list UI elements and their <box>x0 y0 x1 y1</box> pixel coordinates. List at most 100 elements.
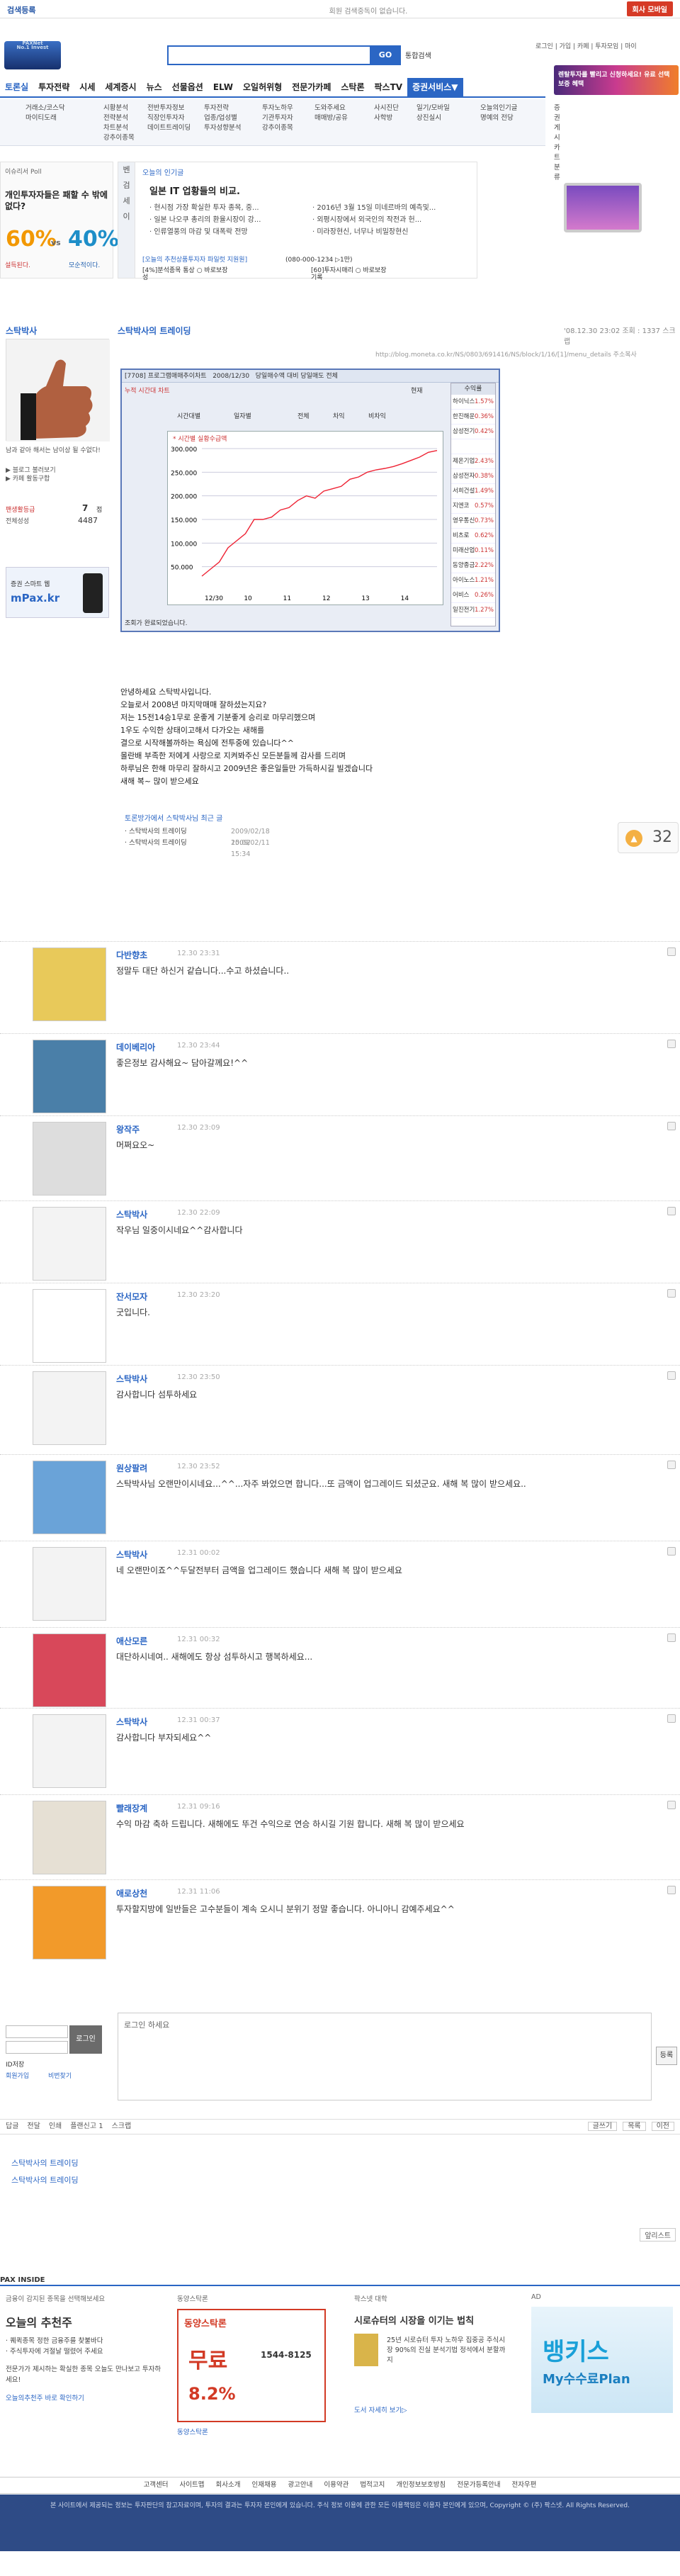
commenter-name[interactable]: 잔서모자 <box>116 1290 147 1303</box>
reply-icon[interactable] <box>667 1547 676 1556</box>
commenter-name[interactable]: 다반향초 <box>116 949 147 961</box>
nav-item[interactable]: 스탁론 <box>336 78 369 96</box>
stock-row[interactable] <box>451 439 495 454</box>
stock-row[interactable]: 아이노스 1.21% <box>451 573 495 588</box>
popular-item[interactable]: · 인류열풍의 마감 및 대폭락 전망 <box>149 226 248 238</box>
logo[interactable]: PAXNet No.1 Invest <box>4 41 61 69</box>
footer-link[interactable]: 이용약관 <box>324 2481 348 2489</box>
bankis-panel[interactable]: AD 뱅키스 My수수료Plan <box>531 2293 677 2442</box>
popular-item[interactable]: · 현시점 가장 확실한 투자 종목, 중... <box>149 202 259 214</box>
nav-item[interactable]: ELW <box>208 78 238 96</box>
bankis-ad[interactable]: 뱅키스 My수수료Plan <box>531 2307 673 2413</box>
join-link[interactable]: 회원가입 <box>6 2071 29 2080</box>
stock-row[interactable]: 서희건설 1.49% <box>451 484 495 499</box>
commenter-avatar[interactable] <box>33 1289 106 1363</box>
commenter-avatar[interactable] <box>33 1040 106 1113</box>
submenu-item[interactable]: 상진실시 <box>416 113 450 123</box>
stock-row[interactable]: 동양종금 2.22% <box>451 558 495 573</box>
rec-panel-title[interactable]: 오늘의 추천주 <box>6 2313 162 2330</box>
popular-item[interactable]: · 외평시장에서 외국인의 작전과 헌... <box>312 214 421 226</box>
comment-submit-button[interactable]: 등록 <box>656 2047 677 2065</box>
related-row[interactable]: · 스탁박사의 트레이딩 2009/02/18 15:02 <box>125 826 270 847</box>
commenter-avatar[interactable] <box>33 1886 106 1959</box>
popular-item[interactable]: · 2016년 3월 15일 미네르바의 예측및... <box>312 202 436 214</box>
stock-row[interactable]: 지엔코 0.57% <box>451 499 495 514</box>
submenu-item[interactable]: 일기/모바일 <box>416 103 450 113</box>
commenter-avatar[interactable] <box>33 1714 106 1788</box>
commenter-name[interactable]: 스탁박사 <box>116 1208 147 1220</box>
chart-opt6[interactable]: 비차익 <box>368 411 386 420</box>
reply-icon[interactable] <box>667 1633 676 1642</box>
reply-icon[interactable] <box>667 1371 676 1380</box>
commenter-name[interactable]: 스탁박사 <box>116 1373 147 1385</box>
post-action[interactable]: 플랜신고 1 <box>70 2122 103 2130</box>
stock-row[interactable]: 삼성전기 0.42% <box>451 424 495 439</box>
popular-tab[interactable]: 벤 <box>118 162 135 178</box>
reply-icon[interactable] <box>667 1461 676 1469</box>
commenter-name[interactable]: 스탁박사 <box>116 1716 147 1728</box>
related-bottom-item[interactable]: 스탁박사의 트레이딩 <box>0 2171 680 2188</box>
nav-item[interactable]: 오일허위형 <box>238 78 287 96</box>
nav-item[interactable]: 전문가카페 <box>287 78 336 96</box>
footer-link[interactable]: 전자우편 <box>511 2481 536 2489</box>
footer-link[interactable]: 인재채용 <box>251 2481 276 2489</box>
footer-link[interactable]: 법적고지 <box>360 2481 385 2489</box>
commenter-name[interactable]: 원상팔려 <box>116 1462 147 1474</box>
submenu-item[interactable]: 마이티도래 <box>26 113 65 123</box>
popular-tab[interactable]: 세 <box>118 193 135 209</box>
post-action[interactable]: 전달 <box>27 2122 40 2130</box>
nav-item[interactable]: 선물옵션 <box>167 78 208 96</box>
login-button[interactable]: 로그인 <box>69 2025 102 2054</box>
rec-link[interactable]: [오늘의 추천상품투자자 파일럿 지원원] <box>142 254 247 264</box>
stock-row[interactable]: 하이닉스 1.57% <box>451 395 495 410</box>
reply-icon[interactable] <box>667 1714 676 1723</box>
submenu-item[interactable]: 투자전략 <box>204 103 241 113</box>
search-input[interactable] <box>167 45 401 65</box>
stock-row[interactable]: 비츠로 0.62% <box>451 529 495 544</box>
reply-icon[interactable] <box>667 1040 676 1048</box>
popular-tab[interactable]: 이 <box>118 209 135 225</box>
chart-opt4[interactable]: 전체 <box>298 411 310 420</box>
top-banner[interactable]: 렌탈투자를 빨리고 신청하세요! 유료 선택보증 혜택 <box>554 65 679 95</box>
book-title[interactable]: 시로슈터의 시장을 이기는 법칙 <box>354 2313 510 2327</box>
submenu-item[interactable]: 증권게시 <box>554 103 560 143</box>
nav-item[interactable]: 팍스TV <box>370 78 408 96</box>
submenu-item[interactable]: 시황분석 <box>103 103 135 113</box>
post-action-right[interactable]: 목록 <box>623 2122 646 2131</box>
post-action[interactable]: 스크랩 <box>112 2122 132 2130</box>
submenu-item[interactable]: 강추이종목 <box>103 133 135 143</box>
post-action-right[interactable]: 이전 <box>651 2122 674 2131</box>
chart-opt5[interactable]: 차익 <box>333 411 345 420</box>
id-input[interactable] <box>6 2025 68 2038</box>
reply-icon[interactable] <box>667 1289 676 1298</box>
reply-icon[interactable] <box>667 947 676 956</box>
submenu-item[interactable]: 투자성향분석 <box>204 123 241 133</box>
mobile-button[interactable]: 회사 모바일 <box>626 1 673 16</box>
post-action[interactable]: 답글 <box>6 2122 18 2130</box>
favorite-link[interactable]: 검색등록 <box>7 4 35 16</box>
rec-panel-item[interactable]: · 퀘퀵종목 정한 금융주를 찾불바다 <box>6 2336 162 2346</box>
stock-row[interactable]: 영우통신 0.73% <box>451 514 495 529</box>
nav-item[interactable]: 뉴스 <box>142 78 167 96</box>
mpax-banner[interactable]: 증권 스마트 웹 mPax.kr <box>6 567 109 618</box>
submenu-item[interactable]: 거래소/코스닥 <box>26 103 65 113</box>
footer-link[interactable]: 전문가등록안내 <box>457 2481 500 2489</box>
commenter-avatar[interactable] <box>33 1207 106 1281</box>
stock-row[interactable]: 제온기업 2.43% <box>451 454 495 469</box>
footer-link[interactable]: 광고안내 <box>288 2481 312 2489</box>
loan-link[interactable]: 동양스탁론 <box>177 2426 333 2436</box>
related-title[interactable]: · 스탁박사의 트레이딩 <box>125 839 187 847</box>
commenter-avatar[interactable] <box>33 947 106 1021</box>
rec-panel-link[interactable]: 오늘의추천주 바로 확인하기 <box>6 2392 162 2402</box>
submenu-item[interactable]: 업종/업성별 <box>204 113 241 123</box>
submenu-item[interactable]: 전반투자정보 <box>147 103 191 113</box>
post-action[interactable]: 인쇄 <box>49 2122 62 2130</box>
submenu-item[interactable]: 사시진단 <box>374 103 399 113</box>
stock-row[interactable]: 일진전기 1.27% <box>451 603 495 618</box>
footer-link[interactable]: 개인정보보호방침 <box>396 2481 446 2489</box>
submenu-item[interactable]: 사학방 <box>374 113 399 123</box>
loan-ad[interactable]: 동양스탁론 무료 8.2% 1544-8125 <box>177 2309 326 2422</box>
submenu-item[interactable]: 매매방/공유 <box>314 113 348 123</box>
footer-link[interactable]: 사이트맵 <box>180 2481 205 2489</box>
related-row[interactable]: · 스탁박사의 트레이딩 2009/02/11 15:34 <box>125 838 270 858</box>
